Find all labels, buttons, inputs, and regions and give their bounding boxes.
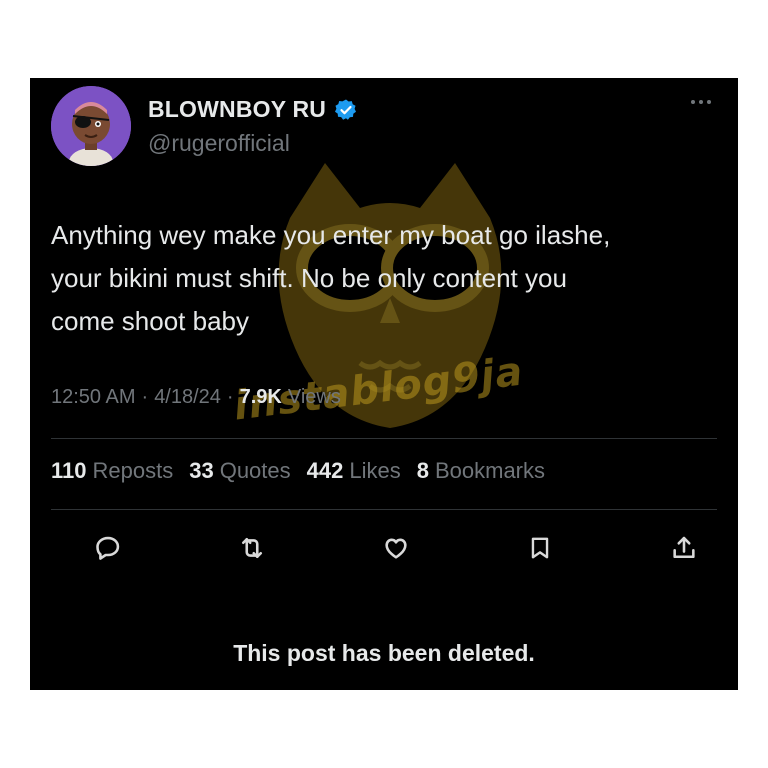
meta-separator: · — [226, 386, 234, 408]
repost-icon[interactable] — [234, 530, 270, 566]
stat-count: 110 — [51, 458, 87, 483]
post-text-line: come shoot baby — [51, 306, 250, 336]
post-time[interactable]: 12:50 AM — [51, 386, 136, 409]
more-options-icon[interactable] — [686, 92, 716, 112]
stat-label: Reposts — [92, 458, 174, 483]
cartoon-avatar-icon — [51, 86, 131, 166]
stat-label: Bookmarks — [434, 458, 546, 483]
divider — [51, 509, 717, 510]
stat-quotes[interactable]: 33 Quotes — [189, 458, 290, 484]
post-meta: 12:50 AM · 4/18/24 · 7.9K Views — [51, 386, 341, 409]
views-count: 7.9K — [239, 386, 282, 408]
bookmark-icon[interactable] — [522, 530, 558, 566]
views-label: Views — [287, 386, 341, 408]
share-icon[interactable] — [666, 530, 702, 566]
meta-separator: · — [141, 386, 149, 408]
author-display-name[interactable]: BLOWNBOY RU — [148, 96, 326, 123]
post-card: BLOWNBOY RU @rugerofficial Anything wey … — [30, 78, 738, 690]
divider — [51, 438, 717, 439]
stat-bookmarks[interactable]: 8 Bookmarks — [417, 458, 545, 484]
deleted-notice: This post has been deleted. — [233, 640, 535, 666]
like-icon[interactable] — [378, 530, 414, 566]
post-stats: 110 Reposts 33 Quotes 442 Likes 8 Bookmarks — [51, 458, 545, 484]
stat-reposts[interactable]: 110 Reposts — [51, 458, 173, 484]
stat-count: 33 — [189, 458, 214, 483]
reply-icon[interactable] — [90, 530, 126, 566]
stat-label: Likes — [349, 458, 401, 483]
stat-likes[interactable]: 442 Likes — [307, 458, 401, 484]
author-avatar[interactable] — [51, 86, 131, 166]
action-bar — [90, 530, 702, 566]
author-handle[interactable]: @rugerofficial — [148, 130, 290, 157]
author-name-row: BLOWNBOY RU — [148, 96, 358, 123]
post-text: Anything wey make you enter my boat go i… — [51, 214, 721, 343]
stat-label: Quotes — [219, 458, 291, 483]
verified-badge-icon — [334, 98, 358, 122]
stat-count: 442 — [306, 458, 344, 483]
post-date[interactable]: 4/18/24 — [154, 386, 221, 409]
post-text-line: your bikini must shift. No be only conte… — [51, 263, 567, 293]
post-text-line: Anything wey make you enter my boat go i… — [51, 220, 611, 250]
stat-count: 8 — [416, 458, 429, 483]
